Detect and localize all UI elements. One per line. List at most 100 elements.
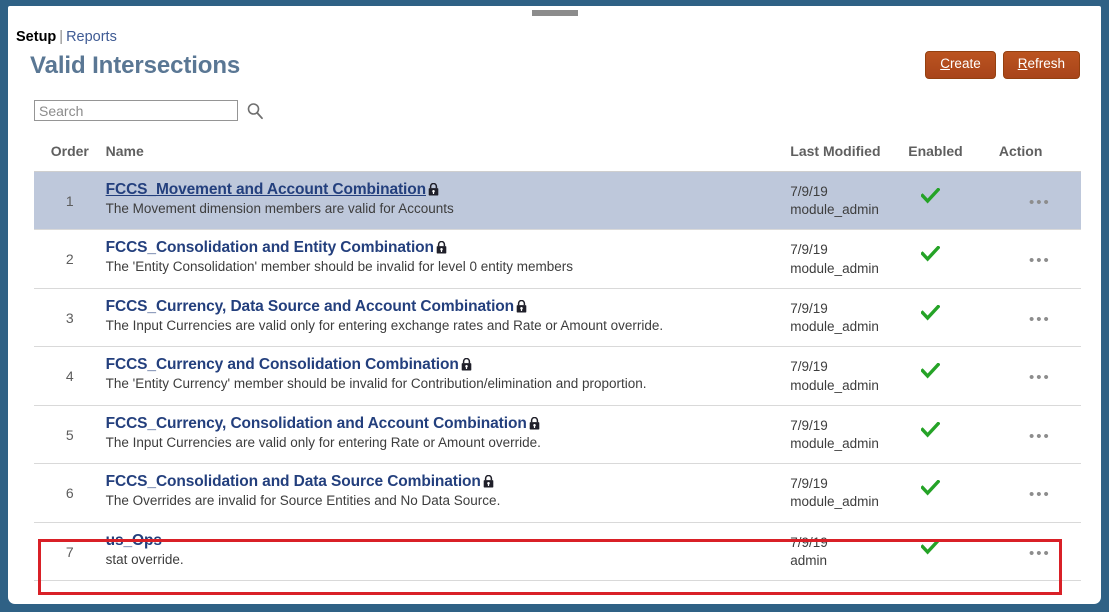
- row-actions-menu-icon[interactable]: •••: [1029, 195, 1051, 210]
- search-area: [34, 100, 264, 121]
- cell-enabled: [908, 522, 999, 580]
- modified-by: module_admin: [790, 260, 908, 278]
- create-button-label: reate: [950, 56, 981, 71]
- row-actions-menu-icon[interactable]: •••: [1029, 253, 1051, 268]
- lock-icon: [516, 300, 527, 313]
- column-header-enabled[interactable]: Enabled: [908, 143, 999, 172]
- column-header-name[interactable]: Name: [106, 143, 791, 172]
- rule-description: The 'Entity Consolidation' member should…: [106, 259, 791, 274]
- enabled-check-icon: [921, 188, 940, 204]
- modified-by: module_admin: [790, 435, 908, 453]
- cell-name: FCCS_Currency, Consolidation and Account…: [106, 405, 791, 463]
- valid-intersections-table: Order Name Last Modified Enabled Action …: [34, 143, 1081, 581]
- rule-name-link[interactable]: FCCS_Movement and Account Combination: [106, 181, 426, 198]
- column-header-order[interactable]: Order: [34, 143, 106, 172]
- page-title: Valid Intersections: [30, 52, 240, 80]
- cell-action: •••: [999, 230, 1081, 288]
- cell-enabled: [908, 464, 999, 522]
- enabled-check-icon: [921, 480, 940, 496]
- toolbar-actions: Create Refresh: [925, 51, 1080, 79]
- modified-date: 7/9/19: [790, 183, 908, 201]
- cell-enabled: [908, 347, 999, 405]
- cell-enabled: [908, 405, 999, 463]
- cell-name: FCCS_Currency, Data Source and Account C…: [106, 288, 791, 346]
- cell-order: 2: [34, 230, 106, 288]
- enabled-check-icon: [921, 539, 940, 555]
- rule-name-link[interactable]: us_Ops: [106, 532, 162, 549]
- table-row[interactable]: 6FCCS_Consolidation and Data Source Comb…: [34, 464, 1081, 522]
- cell-action: •••: [999, 288, 1081, 346]
- cell-last-modified: 7/9/19module_admin: [790, 230, 908, 288]
- enabled-check-icon: [921, 305, 940, 321]
- rule-name-link[interactable]: FCCS_Currency, Data Source and Account C…: [106, 298, 514, 315]
- cell-name: FCCS_Currency and Consolidation Combinat…: [106, 347, 791, 405]
- cell-action: •••: [999, 172, 1081, 230]
- modified-date: 7/9/19: [790, 300, 908, 318]
- column-header-last-modified[interactable]: Last Modified: [790, 143, 908, 172]
- rule-description: The Overrides are invalid for Source Ent…: [106, 493, 791, 508]
- create-button-accesskey: C: [940, 56, 950, 71]
- refresh-button-accesskey: R: [1018, 56, 1028, 71]
- rule-name-link[interactable]: FCCS_Consolidation and Data Source Combi…: [106, 473, 481, 490]
- cell-order: 1: [34, 172, 106, 230]
- table-body: 1FCCS_Movement and Account Combination Th…: [34, 172, 1081, 581]
- cell-last-modified: 7/9/19module_admin: [790, 464, 908, 522]
- modified-date: 7/9/19: [790, 241, 908, 259]
- rule-name-link[interactable]: FCCS_Currency and Consolidation Combinat…: [106, 356, 459, 373]
- breadcrumb-item-reports[interactable]: Reports: [66, 29, 117, 45]
- modified-by: module_admin: [790, 493, 908, 511]
- modified-by: module_admin: [790, 318, 908, 336]
- enabled-check-icon: [921, 363, 940, 379]
- window-drag-handle[interactable]: [532, 10, 578, 16]
- refresh-button[interactable]: Refresh: [1003, 51, 1080, 79]
- window-content-surface: Setup|Reports Valid Intersections Create…: [8, 6, 1101, 604]
- cell-action: •••: [999, 464, 1081, 522]
- lock-icon: [483, 475, 494, 488]
- modified-date: 7/9/19: [790, 358, 908, 376]
- rule-description: The Input Currencies are valid only for …: [106, 318, 791, 333]
- table-row[interactable]: 7us_Opsstat override.7/9/19admin•••: [34, 522, 1081, 580]
- cell-action: •••: [999, 522, 1081, 580]
- cell-action: •••: [999, 405, 1081, 463]
- cell-last-modified: 7/9/19admin: [790, 522, 908, 580]
- lock-icon: [436, 241, 447, 254]
- table-header-row: Order Name Last Modified Enabled Action: [34, 143, 1081, 172]
- column-header-action: Action: [999, 143, 1081, 172]
- table-row[interactable]: 4FCCS_Currency and Consolidation Combina…: [34, 347, 1081, 405]
- row-actions-menu-icon[interactable]: •••: [1029, 487, 1051, 502]
- row-actions-menu-icon[interactable]: •••: [1029, 429, 1051, 444]
- rule-description: The Movement dimension members are valid…: [106, 201, 791, 216]
- breadcrumb-separator: |: [59, 29, 63, 45]
- breadcrumb-item-setup[interactable]: Setup: [16, 29, 56, 45]
- modified-date: 7/9/19: [790, 534, 908, 552]
- rule-name-link[interactable]: FCCS_Currency, Consolidation and Account…: [106, 415, 527, 432]
- table-row[interactable]: 1FCCS_Movement and Account Combination Th…: [34, 172, 1081, 230]
- cell-action: •••: [999, 347, 1081, 405]
- table-row[interactable]: 3FCCS_Currency, Data Source and Account …: [34, 288, 1081, 346]
- cell-last-modified: 7/9/19module_admin: [790, 172, 908, 230]
- cell-order: 4: [34, 347, 106, 405]
- rule-name-link[interactable]: FCCS_Consolidation and Entity Combinatio…: [106, 239, 434, 256]
- refresh-button-label: efresh: [1027, 56, 1065, 71]
- cell-order: 3: [34, 288, 106, 346]
- cell-enabled: [908, 230, 999, 288]
- cell-order: 6: [34, 464, 106, 522]
- cell-enabled: [908, 288, 999, 346]
- modified-by: module_admin: [790, 377, 908, 395]
- cell-enabled: [908, 172, 999, 230]
- enabled-check-icon: [921, 246, 940, 262]
- modified-date: 7/9/19: [790, 475, 908, 493]
- row-actions-menu-icon[interactable]: •••: [1029, 312, 1051, 327]
- table-row[interactable]: 5FCCS_Currency, Consolidation and Accoun…: [34, 405, 1081, 463]
- row-actions-menu-icon[interactable]: •••: [1029, 546, 1051, 561]
- cell-order: 5: [34, 405, 106, 463]
- table-row[interactable]: 2FCCS_Consolidation and Entity Combinati…: [34, 230, 1081, 288]
- row-actions-menu-icon[interactable]: •••: [1029, 370, 1051, 385]
- lock-icon: [428, 183, 439, 196]
- rule-description: The Input Currencies are valid only for …: [106, 435, 791, 450]
- create-button[interactable]: Create: [925, 51, 996, 79]
- search-icon[interactable]: [246, 102, 264, 120]
- enabled-check-icon: [921, 422, 940, 438]
- cell-last-modified: 7/9/19module_admin: [790, 347, 908, 405]
- search-input[interactable]: [34, 100, 238, 121]
